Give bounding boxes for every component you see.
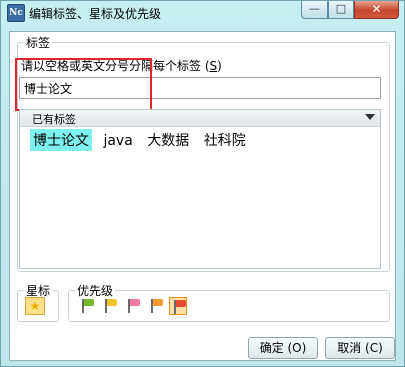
tag-item-java[interactable]: java: [100, 132, 135, 150]
window-title: 编辑标签、星标及优先级: [29, 7, 162, 21]
existing-tags-label: 已有标签: [32, 113, 76, 126]
cancel-button[interactable]: 取消 (C): [325, 337, 395, 359]
maximize-icon: □: [335, 2, 347, 15]
tags-group-legend: 标签: [26, 36, 51, 50]
close-icon: ✕: [371, 2, 382, 16]
orange-flag-icon: [153, 299, 163, 306]
priority-flag-red[interactable]: [169, 297, 187, 315]
app-icon: Nc: [7, 4, 25, 22]
priority-flag-yellow[interactable]: [101, 297, 119, 315]
existing-tags-header[interactable]: 已有标签: [20, 110, 380, 127]
tag-input[interactable]: [19, 77, 381, 99]
maximize-button[interactable]: □: [328, 1, 354, 19]
yellow-flag-icon: [107, 299, 117, 306]
collapse-arrow-icon[interactable]: [365, 114, 375, 120]
existing-tags-list: 博士论文 java 大数据 社科院: [30, 129, 253, 151]
existing-tags-panel: 已有标签 博士论文 java 大数据 社科院: [19, 109, 381, 269]
tag-shortcut-key: S: [209, 59, 218, 73]
tag-instruction-text: 请以空格或英文分号分隔每个标签: [21, 59, 202, 73]
minimize-icon: —: [309, 2, 320, 15]
red-flag-icon: [176, 300, 186, 307]
edit-tags-dialog: Nc 编辑标签、星标及优先级 — □ ✕ 标签 星标 优先级 请以空格或英文分号…: [0, 0, 405, 367]
pink-flag-icon: [130, 299, 140, 306]
minimize-button[interactable]: —: [301, 1, 328, 19]
priority-flag-orange[interactable]: [147, 297, 165, 315]
priority-flag-pink[interactable]: [124, 297, 142, 315]
star-icon: ★: [29, 299, 41, 313]
tag-item-shekeyuan[interactable]: 社科院: [201, 129, 249, 151]
ok-button[interactable]: 确定 (O): [248, 337, 318, 359]
close-button[interactable]: ✕: [354, 1, 399, 19]
priority-flag-green[interactable]: [78, 297, 96, 315]
green-flag-icon: [84, 299, 94, 306]
tag-item-boshi-lunwen[interactable]: 博士论文: [30, 129, 92, 151]
tag-instruction: 请以空格或英文分号分隔每个标签 (S): [21, 59, 222, 73]
title-bar[interactable]: Nc 编辑标签、星标及优先级 — □ ✕: [1, 1, 404, 27]
tag-item-dashuju[interactable]: 大数据: [144, 129, 192, 151]
star-toggle[interactable]: ★: [25, 297, 45, 315]
